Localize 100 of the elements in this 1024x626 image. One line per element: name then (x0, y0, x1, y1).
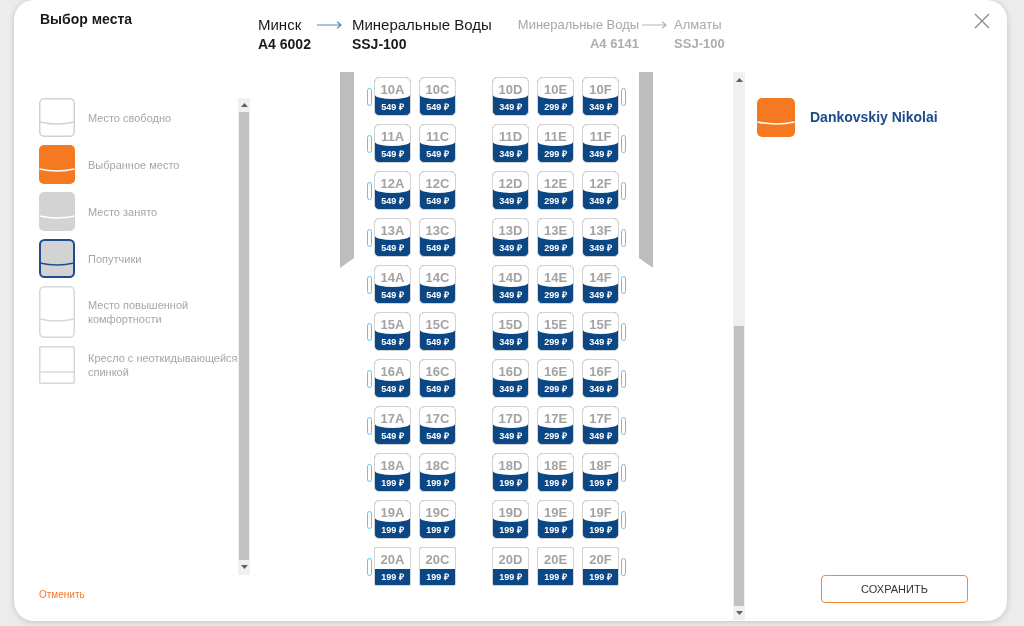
scrollbar[interactable] (733, 72, 745, 620)
window-icon (621, 87, 626, 106)
seat-icon (39, 145, 75, 184)
legend-label: Место занято (88, 204, 158, 219)
seat[interactable]: 12D 349 ₽ (492, 171, 529, 210)
seat[interactable]: 20D 199 ₽ (492, 547, 529, 586)
seat[interactable]: 15E 299 ₽ (537, 312, 574, 351)
seat[interactable]: 14C 549 ₽ (419, 265, 456, 304)
seat[interactable]: 18F 199 ₽ (582, 453, 619, 492)
seat[interactable]: 20A 199 ₽ (374, 547, 411, 586)
seat[interactable]: 17E 299 ₽ (537, 406, 574, 445)
seat[interactable]: 18E 199 ₽ (537, 453, 574, 492)
window-icon (621, 228, 626, 247)
flight-tab[interactable]: Минск A4 6002 Минеральные Воды SSJ-100 (258, 15, 492, 53)
seat[interactable]: 17C 549 ₽ (419, 406, 456, 445)
seat[interactable]: 14E 299 ₽ (537, 265, 574, 304)
scrollbar[interactable] (238, 98, 250, 575)
caret-down-icon[interactable] (240, 565, 248, 569)
seat[interactable]: 12A 549 ₽ (374, 171, 411, 210)
window-icon (621, 557, 626, 576)
legend-label: Место повышенной комфортности (88, 298, 190, 326)
legend-label: Попутчики (88, 251, 142, 266)
seat[interactable]: 12F 349 ₽ (582, 171, 619, 210)
seat[interactable]: 11D 349 ₽ (492, 124, 529, 163)
window-icon (367, 181, 372, 200)
window-icon (621, 416, 626, 435)
seat[interactable]: 15F 349 ₽ (582, 312, 619, 351)
legend-label: Выбранное место (88, 157, 180, 172)
seat[interactable]: 14A 549 ₽ (374, 265, 411, 304)
seat[interactable]: 11C 549 ₽ (419, 124, 456, 163)
seat[interactable]: 18D 199 ₽ (492, 453, 529, 492)
seat[interactable]: 20C 199 ₽ (419, 547, 456, 586)
seat[interactable]: 10F 349 ₽ (582, 77, 619, 116)
seat[interactable]: 10C 549 ₽ (419, 77, 456, 116)
caret-down-icon[interactable] (735, 611, 743, 615)
seat-icon (39, 239, 75, 278)
seat[interactable]: 14D 349 ₽ (492, 265, 529, 304)
seat[interactable]: 17A 549 ₽ (374, 406, 411, 445)
seat[interactable]: 10D 349 ₽ (492, 77, 529, 116)
passenger-name[interactable]: Dankovskiy Nikolai (810, 107, 938, 128)
seat[interactable]: 13A 549 ₽ (374, 218, 411, 257)
seat[interactable]: 14F 349 ₽ (582, 265, 619, 304)
window-icon (621, 322, 626, 341)
dialog-title: Выбор места (39, 10, 134, 28)
seat[interactable]: 13F 349 ₽ (582, 218, 619, 257)
save-button[interactable]: СОХРАНИТЬ (821, 575, 968, 603)
seat[interactable]: 16D 349 ₽ (492, 359, 529, 398)
seat[interactable]: 16E 299 ₽ (537, 359, 574, 398)
seat[interactable]: 16F 349 ₽ (582, 359, 619, 398)
window-icon (367, 369, 372, 388)
window-icon (621, 369, 626, 388)
window-icon (367, 322, 372, 341)
scrollbar-thumb[interactable] (239, 112, 249, 560)
seat[interactable]: 10A 549 ₽ (374, 77, 411, 116)
seat[interactable]: 19F 199 ₽ (582, 500, 619, 539)
seat[interactable]: 17D 349 ₽ (492, 406, 529, 445)
seat[interactable]: 13E 299 ₽ (537, 218, 574, 257)
arrow-right-icon (642, 21, 668, 29)
seat[interactable]: 19C 199 ₽ (419, 500, 456, 539)
seat[interactable]: 15A 549 ₽ (374, 312, 411, 351)
window-icon (621, 275, 626, 294)
seat[interactable]: 17F 349 ₽ (582, 406, 619, 445)
seat[interactable]: 11E 299 ₽ (537, 124, 574, 163)
seat[interactable]: 15C 549 ₽ (419, 312, 456, 351)
seat[interactable]: 20E 199 ₽ (537, 547, 574, 586)
window-icon (621, 134, 626, 153)
seat[interactable]: 18A 199 ₽ (374, 453, 411, 492)
seat[interactable]: 13D 349 ₽ (492, 218, 529, 257)
seat[interactable]: 10E 299 ₽ (537, 77, 574, 116)
seat[interactable]: 16A 549 ₽ (374, 359, 411, 398)
window-icon (367, 87, 372, 106)
seat[interactable]: 12E 299 ₽ (537, 171, 574, 210)
window-icon (367, 275, 372, 294)
seat-icon (39, 192, 75, 231)
close-icon (974, 13, 990, 29)
seat[interactable]: 20F 199 ₽ (582, 547, 619, 586)
seat[interactable]: 18C 199 ₽ (419, 453, 456, 492)
seat[interactable]: 13C 549 ₽ (419, 218, 456, 257)
window-icon (621, 463, 626, 482)
seat[interactable]: 12C 549 ₽ (419, 171, 456, 210)
legend-label: Кресло с неоткидывающейся спинкой (88, 351, 238, 379)
scrollbar-thumb[interactable] (734, 326, 744, 606)
seat[interactable]: 11A 549 ₽ (374, 124, 411, 163)
window-icon (621, 510, 626, 529)
seat-icon (39, 98, 75, 137)
arrow-right-icon (316, 21, 342, 29)
caret-up-icon[interactable] (240, 103, 248, 107)
seat[interactable]: 19E 199 ₽ (537, 500, 574, 539)
window-icon (621, 181, 626, 200)
seat[interactable]: 11F 349 ₽ (582, 124, 619, 163)
tall-seat-icon (39, 286, 75, 338)
caret-up-icon[interactable] (735, 78, 743, 82)
square-seat-icon (39, 346, 75, 384)
close-button[interactable] (974, 13, 990, 29)
seat[interactable]: 16C 549 ₽ (419, 359, 456, 398)
seat[interactable]: 15D 349 ₽ (492, 312, 529, 351)
window-icon (367, 228, 372, 247)
seat[interactable]: 19A 199 ₽ (374, 500, 411, 539)
window-icon (367, 416, 372, 435)
seat[interactable]: 19D 199 ₽ (492, 500, 529, 539)
